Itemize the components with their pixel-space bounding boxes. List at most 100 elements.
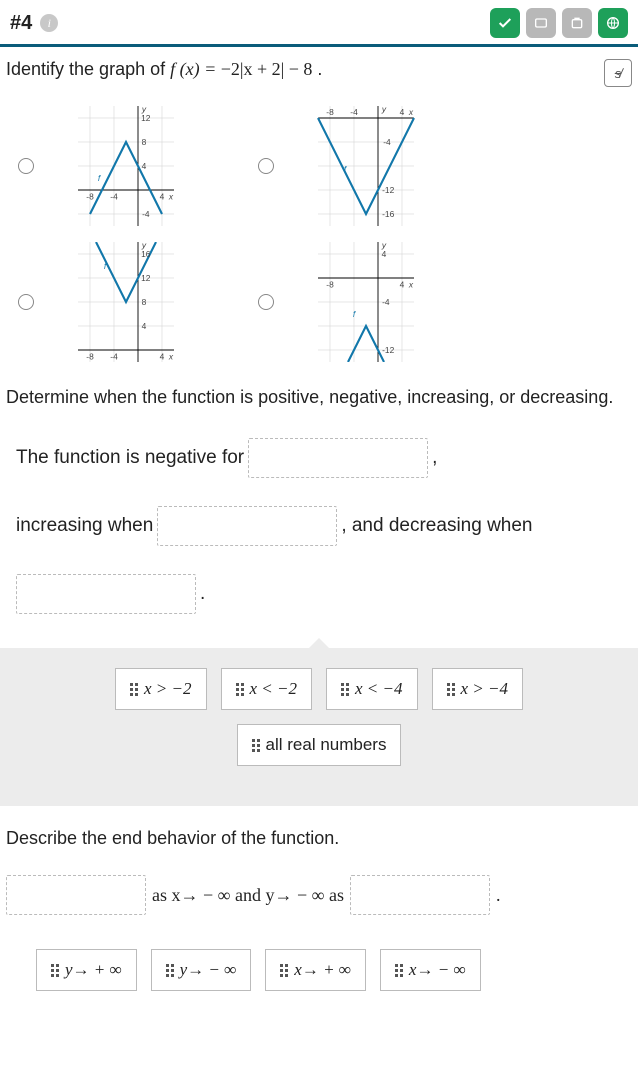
strike-tool-button[interactable]: s̸ [604,59,632,87]
share-icon [569,15,585,31]
tile-label: x < −2 [250,679,298,699]
tick: -8 [326,107,334,117]
drop-slot-decreasing[interactable] [16,574,196,614]
option-c-graph[interactable]: -8 -4 4 16 12 8 4 f x y [46,242,206,362]
drop-slot-increasing[interactable] [157,506,337,546]
end-behavior-prompt: Describe the end behavior of the functio… [6,828,632,849]
tick: 16 [141,249,151,259]
check-button[interactable] [490,8,520,38]
text: . [200,583,205,605]
tick: 8 [142,297,147,307]
axis-y: y [381,106,387,114]
sentence-3: . [16,574,622,614]
text: The function is negative for [16,447,244,469]
text: as x→ − ∞ and y→ − ∞ as [152,885,344,906]
prompt-row: Identify the graph of f (x) = −2|x + 2| … [6,59,632,87]
option-b-graph[interactable]: -8 -4 4 -4 -12 -16 f x y [286,106,446,226]
axis-x: x [408,280,414,290]
tile-label: x < −4 [355,679,403,699]
tile-label: y→ − ∞ [180,960,237,980]
check-icon [497,15,513,31]
tile-x-lt-neg2[interactable]: x < −2 [221,668,313,710]
fill-in-area: The function is negative for , increasin… [6,432,632,648]
option-a-graph[interactable]: -8 -4 4 12 8 4 -4 f x y [46,106,206,226]
sentence-2: increasing when , and decreasing when [16,506,622,546]
axis-x: x [168,352,174,362]
tile-x-gt-neg4[interactable]: x > −4 [432,668,524,710]
tile-all-real[interactable]: all real numbers [237,724,402,766]
tile-label: y→ + ∞ [65,960,122,980]
answer-bank-1: x > −2 x < −2 x < −4 x > −4 all real num… [0,648,638,806]
prompt-text: Identify the graph of f (x) = −2|x + 2| … [6,59,322,80]
f-label: f [98,173,102,183]
prompt-lead: Identify the graph of [6,59,170,79]
option-d-graph[interactable]: -8 4 4 -4 -12 f x y [286,242,446,362]
tick: -4 [110,352,118,362]
header-left: #4 i [10,12,58,35]
tile-y-pos-inf[interactable]: y→ + ∞ [36,949,137,991]
tick: 8 [142,137,147,147]
info-icon[interactable]: i [40,14,58,32]
globe-icon [605,15,621,31]
axis-y: y [141,106,147,114]
tile-label: x > −4 [461,679,509,699]
tick: -4 [383,137,391,147]
tile-label: x→ − ∞ [409,960,466,980]
tick: -12 [382,345,394,355]
comma: , [432,447,437,469]
prompt-func-lhs: f (x) = [170,59,221,79]
text: increasing when [16,515,153,537]
header-toolbar [490,8,628,38]
drop-slot-negative[interactable] [248,438,428,478]
question-header: #4 i [0,0,638,47]
answer-bank-2: y→ + ∞ y→ − ∞ x→ + ∞ x→ − ∞ [6,949,632,991]
strike-icon: s̸ [615,66,622,81]
end-behavior-sentence: as x→ − ∞ and y→ − ∞ as . [6,875,632,915]
question-body: Identify the graph of f (x) = −2|x + 2| … [0,47,638,1025]
graph-options: -8 -4 4 12 8 4 -4 f x y -8 -4 [6,101,632,367]
flag-icon [533,15,549,31]
drop-slot-end-right[interactable] [350,875,490,915]
flag-button[interactable] [526,8,556,38]
grip-icon [51,964,59,977]
tile-x-lt-neg4[interactable]: x < −4 [326,668,418,710]
tick: 12 [141,273,151,283]
sub-prompt: Determine when the function is positive,… [6,385,632,410]
option-a-radio[interactable] [18,158,34,174]
tile-x-pos-inf[interactable]: x→ + ∞ [265,949,366,991]
tile-x-neg-inf[interactable]: x→ − ∞ [380,949,481,991]
option-b-radio[interactable] [258,158,274,174]
tile-label: x > −2 [144,679,192,699]
grip-icon [252,739,260,752]
option-d-radio[interactable] [258,294,274,310]
drop-slot-end-left[interactable] [6,875,146,915]
tick: 4 [382,249,387,259]
tick: 4 [142,161,147,171]
tick: -4 [350,107,358,117]
axis-x: x [168,192,174,202]
grip-icon [395,964,403,977]
axis-y: y [381,242,387,250]
tick: -4 [110,192,118,202]
grip-icon [236,683,244,696]
tick: -4 [142,209,150,219]
axis-y: y [141,242,147,250]
option-c-radio[interactable] [18,294,34,310]
text: , and decreasing when [341,515,532,537]
tick: -4 [382,297,390,307]
text: . [496,885,501,906]
tile-label: x→ + ∞ [294,960,351,980]
tile-x-gt-neg2[interactable]: x > −2 [115,668,207,710]
tick: -8 [86,192,94,202]
tick: 4 [400,107,405,117]
tile-label: all real numbers [266,735,387,755]
tick: -12 [382,185,394,195]
question-number: #4 [10,12,32,35]
tick: 4 [160,352,165,362]
grip-icon [447,683,455,696]
grip-icon [130,683,138,696]
globe-button[interactable] [598,8,628,38]
grip-icon [166,964,174,977]
tile-y-neg-inf[interactable]: y→ − ∞ [151,949,252,991]
share-button[interactable] [562,8,592,38]
